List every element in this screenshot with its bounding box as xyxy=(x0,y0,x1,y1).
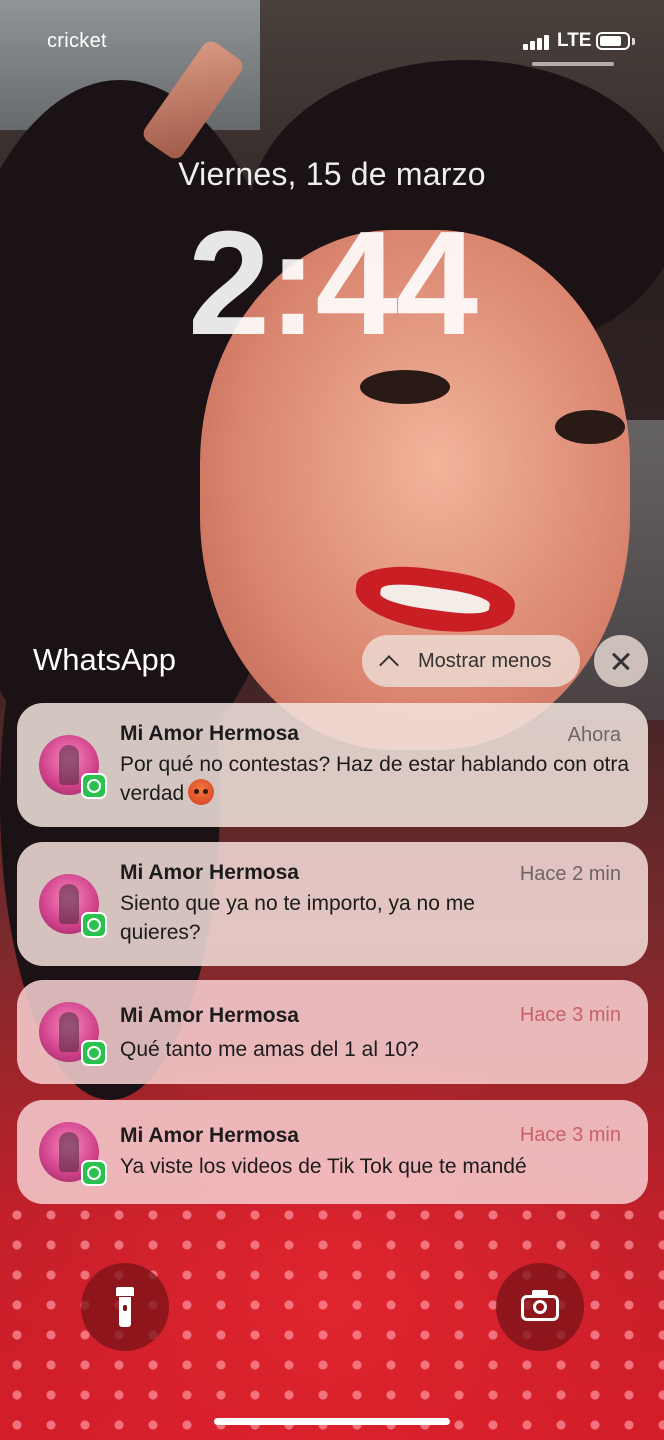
notification-time: Hace 3 min xyxy=(519,1004,621,1026)
close-icon[interactable] xyxy=(594,635,648,687)
notification-card[interactable]: Mi Amor Hermosa Hace 3 min Ya viste los … xyxy=(17,1100,648,1204)
network-type: LTE xyxy=(557,30,592,51)
show-less-label: Mostrar menos xyxy=(418,649,552,672)
whatsapp-icon xyxy=(81,773,107,799)
notification-message: Siento que ya no te importo, ya no me qu… xyxy=(120,892,475,944)
battery-icon xyxy=(596,32,630,50)
notification-sender: Mi Amor Hermosa xyxy=(120,1124,299,1147)
notification-time: Hace 3 min xyxy=(519,1124,621,1146)
avatar xyxy=(39,1002,107,1066)
notification-card[interactable]: Mi Amor Hermosa Ahora Por qué no contest… xyxy=(17,703,648,827)
show-less-button[interactable]: Mostrar menos xyxy=(362,635,580,687)
notification-group-title: WhatsApp xyxy=(33,642,177,677)
notification-sender: Mi Amor Hermosa xyxy=(120,722,299,745)
notification-card[interactable]: Mi Amor Hermosa Hace 3 min Qué tanto me … xyxy=(17,980,648,1084)
whatsapp-icon xyxy=(81,912,107,938)
avatar xyxy=(39,874,107,938)
notification-sender: Mi Amor Hermosa xyxy=(120,861,299,884)
camera-button[interactable] xyxy=(496,1263,584,1351)
flashlight-button[interactable] xyxy=(81,1263,169,1351)
notification-time: Ahora xyxy=(567,724,621,746)
whatsapp-icon xyxy=(81,1160,107,1186)
angry-face-emoji-icon xyxy=(188,779,215,805)
notification-message: Por qué no contestas? Haz de estar habla… xyxy=(120,753,630,805)
signal-icon xyxy=(523,34,549,50)
notification-card[interactable]: Mi Amor Hermosa Hace 2 min Siento que ya… xyxy=(17,842,648,966)
avatar xyxy=(39,735,107,799)
carrier-name: cricket xyxy=(47,30,107,52)
eye xyxy=(555,410,625,444)
status-bar: cricket LTE xyxy=(0,28,664,58)
control-center-indicator[interactable] xyxy=(532,62,614,66)
chevron-up-icon xyxy=(379,655,399,675)
flashlight-icon xyxy=(116,1287,134,1327)
notification-message: Ya viste los videos de Tik Tok que te ma… xyxy=(120,1155,527,1178)
notification-sender: Mi Amor Hermosa xyxy=(120,1004,299,1027)
battery-tip xyxy=(632,38,635,45)
lock-date: Viernes, 15 de marzo xyxy=(178,156,486,192)
lock-time: 2:44 xyxy=(187,201,478,366)
whatsapp-icon xyxy=(81,1040,107,1066)
home-indicator[interactable] xyxy=(214,1418,450,1425)
avatar xyxy=(39,1122,107,1186)
eye xyxy=(360,370,450,404)
notification-time: Hace 2 min xyxy=(519,863,621,885)
notification-message: Qué tanto me amas del 1 al 10? xyxy=(120,1038,419,1061)
